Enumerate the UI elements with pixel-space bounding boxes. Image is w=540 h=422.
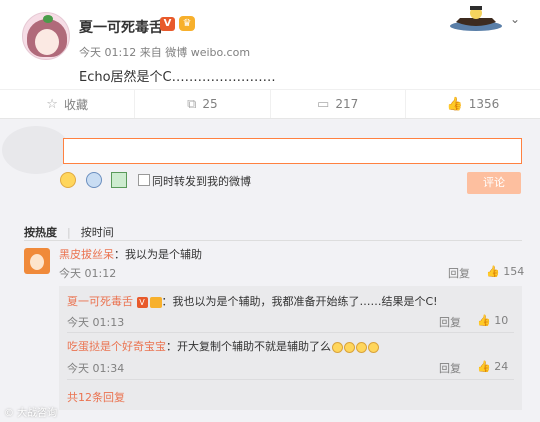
- commenter-avatar[interactable]: [24, 248, 50, 274]
- sub-comment-text: 夏一可死毒舌 V ：我也以为是个辅助，我都准备开始练了……结果是个C!: [67, 293, 438, 309]
- action-bar: ☆ 收藏 ⧉ 25 ▭ 217 👍 1356: [0, 89, 540, 119]
- verified-badge: V: [160, 17, 175, 31]
- sub-comment-list: 夏一可死毒舌 V ：我也以为是个辅助，我都准备开始练了……结果是个C! 今天 01…: [59, 286, 522, 410]
- sub-comment-time: 今天 01:13: [67, 316, 125, 329]
- comment-time: 今天 01:12: [59, 267, 117, 280]
- watermark: © 大战咨询: [4, 408, 58, 419]
- sub-comment-body: ：开大复制个辅助不就是辅助了么: [166, 340, 331, 353]
- sub-comment-time: 今天 01:34: [67, 362, 125, 375]
- weibo-post-card: 夏一可死毒舌 V ♛ 今天 01:12 来自 微博 weibo.com Echo…: [0, 0, 540, 422]
- source-prefix: 来自: [139, 46, 162, 59]
- sort-separator: |: [67, 226, 71, 239]
- divider: [67, 332, 514, 333]
- sub-comment-text: 吃蛋挞是个好奇宝宝：开大复制个辅助不就是辅助了么: [67, 338, 379, 354]
- post-text: Echo居然是个C……………………: [79, 70, 276, 85]
- star-icon: ☆: [46, 96, 58, 112]
- vip-crown-icon: [149, 296, 162, 308]
- sub-commenter-name[interactable]: 夏一可死毒舌: [67, 295, 133, 308]
- commenter-name[interactable]: 黑皮拔丝呆: [59, 248, 114, 261]
- post-time[interactable]: 今天 01:12: [79, 46, 136, 59]
- avatar-face: [35, 29, 59, 55]
- comment-body: ：我以为是个辅助: [114, 248, 202, 261]
- comment-like-button[interactable]: 👍 154: [486, 265, 524, 278]
- post-source[interactable]: 微博 weibo.com: [165, 46, 250, 59]
- reply-button[interactable]: 回复: [439, 360, 461, 376]
- sub-comment-like-count: 24: [494, 360, 509, 373]
- like-button[interactable]: 👍 1356: [406, 90, 540, 118]
- sort-by-hot[interactable]: 按热度: [24, 226, 57, 239]
- sub-comment-body: ：我也以为是个辅助，我都准备开始练了……结果是个C!: [161, 295, 438, 308]
- more-replies-link[interactable]: 共12条回复: [67, 389, 125, 405]
- like-icon: 👍: [486, 265, 500, 278]
- smiley-icon: [344, 341, 355, 353]
- avatar-leaf: [43, 15, 53, 23]
- divider: [24, 240, 522, 241]
- smiley-icon: [368, 341, 379, 353]
- sort-tabs: 按热度 | 按时间: [24, 224, 114, 240]
- smiley-icon: [332, 341, 343, 353]
- repost-checkbox[interactable]: [138, 174, 150, 186]
- comment-icon: ▭: [317, 96, 330, 112]
- sort-by-time[interactable]: 按时间: [81, 226, 114, 239]
- comment-button[interactable]: ▭ 217: [271, 90, 406, 118]
- verified-badge: V: [136, 296, 148, 308]
- favorite-button[interactable]: ☆ 收藏: [0, 90, 136, 118]
- favorite-label: 收藏: [63, 97, 88, 112]
- like-icon: 👍: [477, 360, 491, 373]
- repost-count: 25: [202, 97, 218, 111]
- reply-button[interactable]: 回复: [439, 314, 461, 330]
- like-icon: 👍: [477, 314, 491, 327]
- sub-comment-like-button[interactable]: 👍 10: [477, 314, 508, 327]
- sub-comment-like-button[interactable]: 👍 24: [477, 360, 508, 373]
- comment-count: 217: [335, 97, 359, 111]
- author-name[interactable]: 夏一可死毒舌: [79, 17, 163, 37]
- boat-sticker-icon: [450, 6, 502, 31]
- smiley-icon: [356, 341, 367, 353]
- like-count: 1356: [468, 97, 500, 111]
- share-icon: ⧉: [187, 96, 197, 112]
- sub-commenter-name[interactable]: 吃蛋挞是个好奇宝宝: [67, 340, 166, 353]
- like-icon: 👍: [446, 96, 463, 112]
- blurred-avatar: [2, 126, 70, 174]
- repost-button[interactable]: ⧉ 25: [135, 90, 271, 118]
- divider: [67, 379, 514, 380]
- chevron-down-icon[interactable]: ⌄: [510, 12, 520, 26]
- comment-text: 黑皮拔丝呆：我以为是个辅助: [59, 246, 202, 262]
- comment-input[interactable]: [63, 138, 522, 164]
- commenter-face: [30, 254, 44, 270]
- post-meta: 今天 01:12 来自 微博 weibo.com: [79, 44, 250, 60]
- submit-comment-button[interactable]: 评论: [467, 172, 521, 194]
- comment-like-count: 154: [503, 265, 525, 278]
- author-avatar[interactable]: [22, 12, 70, 60]
- sub-comment-like-count: 10: [494, 314, 509, 327]
- image-icon[interactable]: [111, 172, 127, 188]
- emoji-icon[interactable]: [60, 172, 76, 188]
- topic-icon[interactable]: [86, 172, 102, 188]
- reply-button[interactable]: 回复: [448, 265, 470, 281]
- vip-crown-icon: ♛: [179, 16, 195, 31]
- repost-checkbox-label: 同时转发到我的微博: [152, 175, 251, 188]
